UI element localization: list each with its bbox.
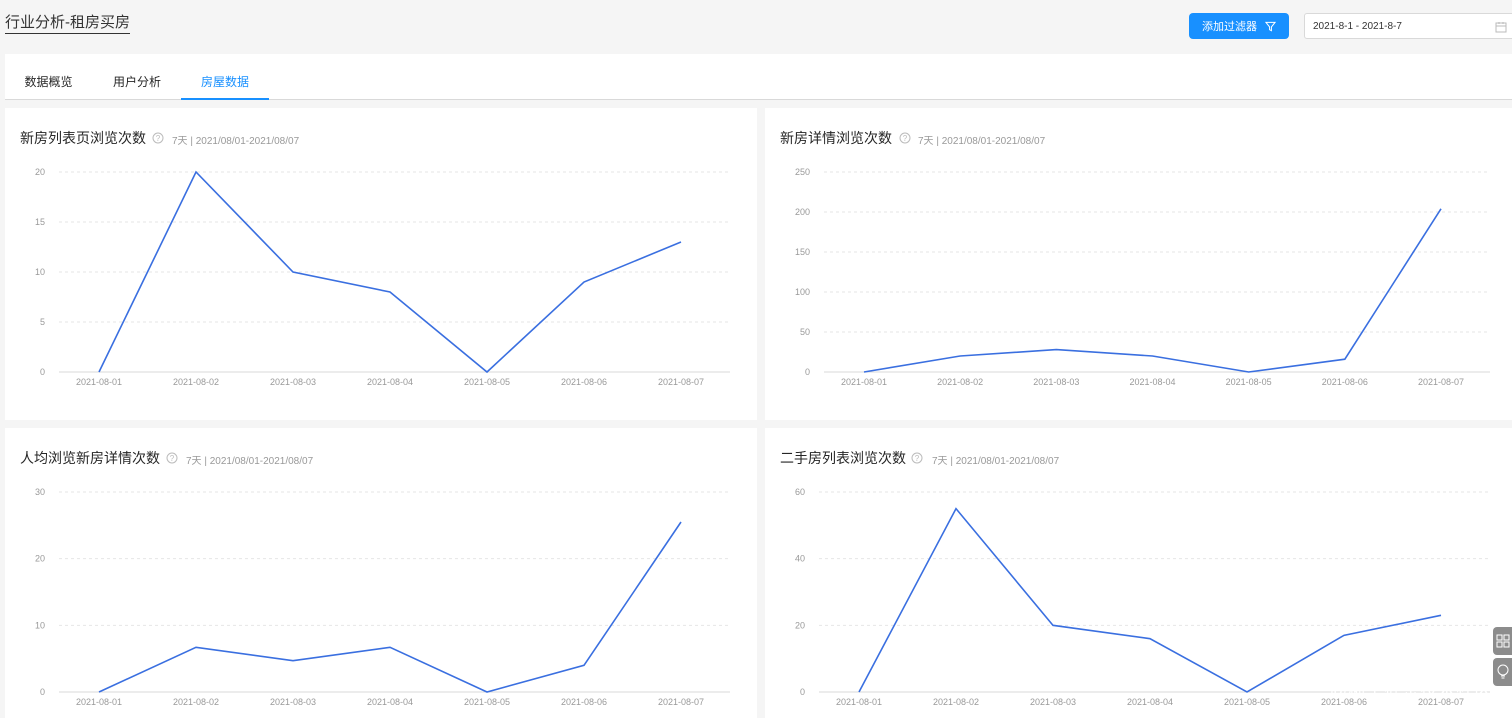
line-chart: 0 5 10 15 20 2021-08-01 2021-08-02 2021-08-03 20… [35, 167, 730, 387]
chart-title: 二手房列表浏览次数 [780, 450, 906, 466]
tab-housing-data[interactable]: 房屋数据 [181, 54, 269, 100]
x-tick-label: 2021-08-03 [270, 377, 316, 387]
x-tick-label: 2021-08-06 [561, 377, 607, 387]
x-tick-label: 2021-08-02 [937, 377, 983, 387]
tab-user-analysis[interactable]: 用户分析 [93, 54, 181, 99]
x-tick-label: 2021-08-01 [76, 697, 122, 707]
y-tick-label: 50 [800, 327, 810, 337]
y-tick-label: 60 [795, 487, 805, 497]
help-icon[interactable]: ? [166, 452, 178, 464]
chart-card: 二手房列表浏览次数 ? 7天 | 2021/08/01-2021/08/07 0… [765, 428, 1512, 718]
y-tick-label: 100 [795, 287, 810, 297]
x-tick-label: 2021-08-06 [561, 697, 607, 707]
chart-subtitle: 7天 | 2021/08/01-2021/08/07 [186, 456, 314, 467]
x-tick-label: 2021-08-01 [841, 377, 887, 387]
tab-bar: 数据概览 用户分析 房屋数据 [5, 54, 1512, 100]
svg-text:?: ? [156, 134, 161, 143]
chart-title: 新房列表页浏览次数 [20, 130, 146, 146]
series-line [98, 521, 682, 693]
x-tick-label: 2021-08-07 [658, 697, 704, 707]
x-tick-label: 2021-08-05 [1226, 377, 1272, 387]
y-tick-label: 20 [35, 167, 45, 177]
chart-subtitle: 7天 | 2021/08/01-2021/08/07 [932, 456, 1060, 467]
chart-subtitle: 7天 | 2021/08/01-2021/08/07 [172, 136, 300, 147]
x-tick-label: 2021-08-03 [1033, 377, 1079, 387]
chart-card: 新房详情浏览次数 ? 7天 | 2021/08/01-2021/08/07 0 5… [765, 108, 1512, 420]
y-tick-label: 40 [795, 554, 805, 564]
x-tick-label: 2021-08-05 [464, 697, 510, 707]
y-tick-label: 15 [35, 217, 45, 227]
qr-code-button[interactable] [1493, 627, 1512, 655]
y-tick-label: 10 [35, 267, 45, 277]
svg-text:?: ? [170, 454, 175, 463]
x-tick-label: 2021-08-07 [658, 377, 704, 387]
chart-title: 人均浏览新房详情次数 [20, 450, 160, 466]
svg-text:?: ? [903, 134, 908, 143]
y-tick-label: 30 [35, 487, 45, 497]
series-line [858, 507, 1442, 693]
x-tick-label: 2021-08-02 [173, 697, 219, 707]
tips-button[interactable] [1493, 658, 1512, 686]
x-tick-label: 2021-08-01 [836, 697, 882, 707]
svg-text:?: ? [915, 454, 920, 463]
line-chart: 0 10 20 30 2021-08-01 2021-08-02 2021-08-03 202… [35, 487, 730, 707]
x-tick-label: 2021-08-05 [464, 377, 510, 387]
x-tick-label: 2021-08-06 [1322, 377, 1368, 387]
y-tick-label: 150 [795, 247, 810, 257]
help-icon[interactable]: ? [899, 132, 911, 144]
x-tick-label: 2021-08-02 [173, 377, 219, 387]
y-tick-label: 0 [40, 687, 45, 697]
chart-card: 新房列表页浏览次数 ? 7天 | 2021/08/01-2021/08/07 0… [5, 108, 757, 420]
help-icon[interactable]: ? [911, 452, 923, 464]
y-tick-label: 250 [795, 167, 810, 177]
chart-title: 新房详情浏览次数 [780, 130, 892, 146]
x-tick-label: 2021-08-03 [270, 697, 316, 707]
watermark: @稀土掘金技术社区 [1330, 681, 1493, 700]
y-tick-label: 0 [40, 367, 45, 377]
y-tick-label: 20 [795, 620, 805, 630]
filter-icon [1265, 21, 1276, 31]
x-tick-label: 2021-08-04 [1129, 377, 1175, 387]
x-tick-label: 2021-08-07 [1418, 377, 1464, 387]
y-tick-label: 200 [795, 207, 810, 217]
page-title: 行业分析-租房买房 [5, 14, 130, 34]
series-line [863, 208, 1442, 373]
line-chart: 0 50 100 150 200 250 2021-08-01 2021-08-02 2021-… [795, 167, 1490, 387]
lightbulb-icon [1497, 664, 1508, 679]
x-tick-label: 2021-08-04 [367, 377, 413, 387]
chart-subtitle: 7天 | 2021/08/01-2021/08/07 [918, 136, 1046, 147]
chart-card: 人均浏览新房详情次数 ? 7天 | 2021/08/01-2021/08/07 … [5, 428, 757, 718]
help-icon[interactable]: ? [152, 132, 164, 144]
y-tick-label: 0 [800, 687, 805, 697]
date-range-picker[interactable]: 2021-8-1 - 2021-8-7 [1304, 13, 1512, 39]
date-range-value: 2021-8-1 - 2021-8-7 [1313, 20, 1402, 32]
x-tick-label: 2021-08-03 [1030, 697, 1076, 707]
x-tick-label: 2021-08-04 [1127, 697, 1173, 707]
x-tick-label: 2021-08-02 [933, 697, 979, 707]
add-filter-label: 添加过滤器 [1202, 21, 1257, 33]
grid-icon [1496, 634, 1509, 648]
y-tick-label: 5 [40, 317, 45, 327]
tab-data-overview[interactable]: 数据概览 [5, 54, 92, 99]
y-tick-label: 20 [35, 554, 45, 564]
x-tick-label: 2021-08-01 [76, 377, 122, 387]
y-tick-label: 0 [805, 367, 810, 377]
x-tick-label: 2021-08-05 [1224, 697, 1270, 707]
y-tick-label: 10 [35, 620, 45, 630]
calendar-icon [1495, 22, 1507, 33]
x-tick-label: 2021-08-04 [367, 697, 413, 707]
add-filter-button[interactable]: 添加过滤器 [1189, 13, 1289, 39]
